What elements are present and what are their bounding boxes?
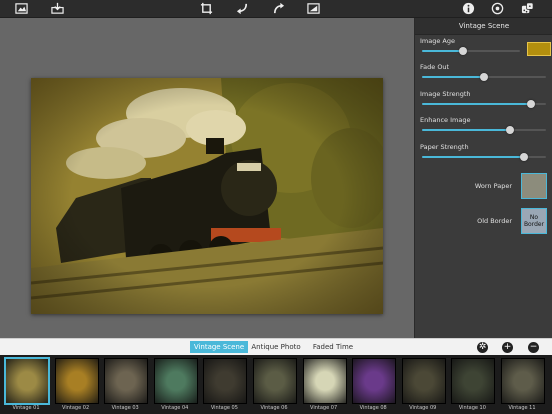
- preset-thumbnail-label: Vintage 05: [210, 405, 238, 411]
- random-dice-icon[interactable]: [520, 1, 535, 16]
- panel-title: Vintage Scene: [415, 18, 552, 35]
- preset-thumbnail-image: [203, 358, 248, 404]
- preset-tabs-bar: Vintage Scene Antique Photo Faded Time ✲…: [0, 338, 552, 356]
- slider-thumb[interactable]: [506, 126, 515, 134]
- image-strength-slider-block: Image Strength: [420, 89, 548, 108]
- preset-thumbnail-label: Vintage 10: [458, 405, 486, 411]
- editor-canvas: [0, 18, 414, 338]
- slider-thumb[interactable]: [459, 47, 468, 55]
- enhance-image-label: Enhance Image: [420, 116, 471, 124]
- preset-settings-icon[interactable]: ✲: [477, 342, 488, 353]
- preset-thumbnail-image: [104, 358, 149, 404]
- compare-icon[interactable]: [306, 1, 321, 16]
- preset-thumbnail[interactable]: Vintage 10: [449, 357, 496, 413]
- preset-thumbnail-image: [302, 358, 347, 404]
- preset-thumbnail-image: [153, 358, 198, 404]
- preset-thumbnail-image: [401, 358, 446, 404]
- preset-thumbnail-image: [4, 357, 50, 405]
- settings-icon[interactable]: [490, 1, 505, 16]
- image-age-color-swatch[interactable]: [527, 42, 551, 56]
- fade-out-slider[interactable]: [422, 73, 546, 81]
- edited-photo[interactable]: [31, 78, 383, 314]
- preset-thumbnail-label: Vintage 06: [260, 405, 288, 411]
- old-border-button[interactable]: No Border: [521, 208, 547, 234]
- paper-strength-label: Paper Strength: [420, 143, 469, 151]
- slider-fill: [422, 103, 532, 105]
- add-preset-icon[interactable]: +: [502, 342, 513, 353]
- slider-fill: [422, 76, 484, 78]
- slider-fill: [422, 129, 511, 131]
- fade-out-slider-block: Fade Out: [420, 62, 548, 81]
- preset-thumbnail[interactable]: Vintage 01: [3, 357, 50, 413]
- preset-thumbnail[interactable]: Vintage 04: [152, 357, 198, 413]
- crop-icon[interactable]: [199, 1, 214, 16]
- preset-thumbnail-label: Vintage 09: [409, 405, 437, 411]
- image-age-slider[interactable]: [422, 47, 520, 55]
- preset-thumbnail[interactable]: Vintage 06: [251, 357, 297, 413]
- old-border-option: Old Border No Border: [420, 208, 548, 236]
- preset-thumbnail[interactable]: Vintage 09: [400, 357, 446, 413]
- save-download-icon[interactable]: [50, 1, 65, 16]
- preset-thumbnail-label: Vintage 03: [111, 405, 139, 411]
- preset-thumbnail-image: [253, 358, 297, 404]
- tab-vintage-scene[interactable]: Vintage Scene: [190, 341, 248, 353]
- preset-thumbnail-label: Vintage 08: [359, 405, 387, 411]
- preset-thumbnail[interactable]: Vintage 08: [350, 357, 397, 413]
- paper-strength-slider[interactable]: [422, 153, 546, 161]
- top-toolbar: [0, 0, 552, 18]
- image-strength-label: Image Strength: [420, 90, 471, 98]
- slider-fill: [422, 50, 464, 52]
- image-age-slider-block: Image Age: [420, 36, 551, 56]
- slider-fill: [422, 156, 524, 158]
- preset-thumbnail-image: [352, 358, 397, 404]
- info-icon[interactable]: [461, 1, 476, 16]
- preset-thumbnail-label: Vintage 01: [12, 405, 40, 411]
- preset-thumbnail-label: Vintage 02: [62, 405, 90, 411]
- preset-filmstrip: Vintage 01 Vintage 02 Vintage 03 Vintage 04…: [0, 355, 552, 414]
- tab-antique-photo[interactable]: Antique Photo: [248, 341, 304, 353]
- preset-thumbnail-label: Vintage 04: [161, 405, 189, 411]
- worn-paper-texture-button[interactable]: [521, 173, 547, 199]
- preset-thumbnail-image: [451, 358, 496, 404]
- image-strength-slider[interactable]: [422, 100, 546, 108]
- preset-thumbnail[interactable]: Vintage 11: [499, 357, 545, 413]
- fade-out-label: Fade Out: [420, 63, 450, 71]
- remove-preset-icon[interactable]: −: [528, 342, 539, 353]
- worn-paper-option: Worn Paper: [420, 173, 548, 201]
- preset-thumbnail[interactable]: Vintage 07: [301, 357, 347, 413]
- old-border-label: Old Border: [477, 217, 512, 225]
- slider-thumb[interactable]: [527, 100, 536, 108]
- photo-library-icon[interactable]: [14, 1, 29, 16]
- slider-thumb[interactable]: [519, 153, 528, 161]
- preset-thumbnail-label: Vintage 11: [508, 405, 536, 411]
- enhance-image-slider[interactable]: [422, 126, 546, 134]
- settings-panel: Vintage Scene Image Age Fade Out Image S…: [414, 18, 552, 338]
- slider-thumb[interactable]: [480, 73, 488, 81]
- worn-paper-label: Worn Paper: [474, 182, 512, 190]
- redo-icon[interactable]: [271, 1, 286, 16]
- preset-thumbnail[interactable]: Vintage 03: [102, 357, 149, 413]
- preset-thumbnail[interactable]: Vintage 02: [53, 357, 99, 413]
- paper-strength-slider-block: Paper Strength: [420, 142, 548, 161]
- tab-faded-time[interactable]: Faded Time: [304, 341, 362, 353]
- preset-thumbnail-label: Vintage 07: [310, 405, 338, 411]
- preset-thumbnail-image: [54, 358, 99, 404]
- preset-thumbnail-image: [501, 358, 545, 404]
- undo-icon[interactable]: [235, 1, 250, 16]
- enhance-image-slider-block: Enhance Image: [420, 115, 548, 134]
- preset-thumbnail[interactable]: Vintage 05: [201, 357, 248, 413]
